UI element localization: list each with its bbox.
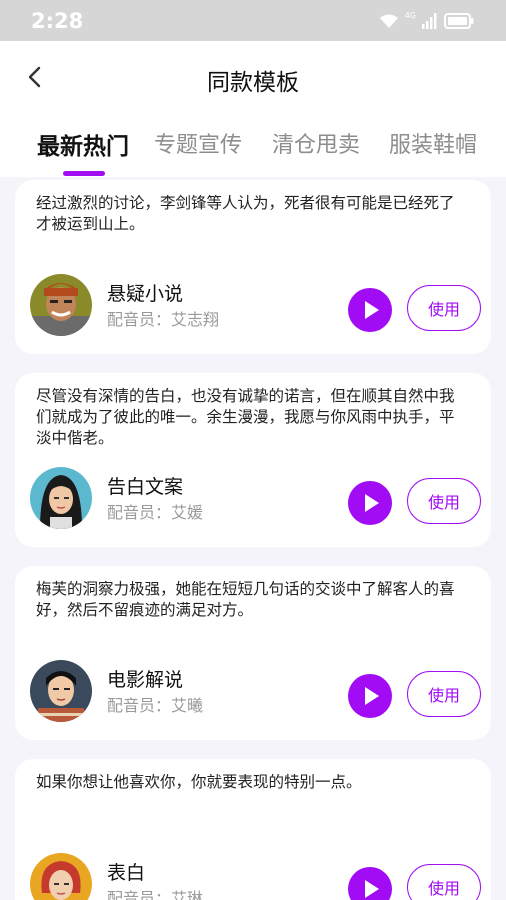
voice-style-name: 告白文案 bbox=[107, 476, 184, 498]
status-time: 2:28 bbox=[31, 9, 84, 33]
play-button[interactable] bbox=[348, 674, 392, 718]
use-button[interactable]: 使用 bbox=[407, 285, 481, 331]
template-text: 梅芙的洞察力极强，她能在短短几句话的交谈中了解客人的喜好，然后不留痕迹的满足对方… bbox=[36, 580, 455, 619]
avatar bbox=[30, 467, 92, 529]
tab-clearance-sale[interactable]: 清仓甩卖 bbox=[272, 127, 360, 159]
battery-icon bbox=[444, 13, 474, 29]
template-list[interactable]: 经过激烈的讨论，李剑锋等人认为，死者很有可能是已经死了才被运到山上。 悬疑小说 … bbox=[0, 177, 506, 900]
voice-actor-label: 配音员：艾曦 bbox=[107, 696, 204, 715]
use-button[interactable]: 使用 bbox=[407, 864, 481, 900]
play-icon bbox=[365, 880, 379, 898]
template-card: 梅芙的洞察力极强，她能在短短几句话的交谈中了解客人的喜好，然后不留痕迹的满足对方… bbox=[15, 566, 491, 740]
play-icon bbox=[365, 687, 379, 705]
avatar bbox=[30, 660, 92, 722]
play-icon bbox=[365, 301, 379, 319]
signal-icon bbox=[422, 13, 437, 29]
voice-style-name: 电影解说 bbox=[107, 669, 184, 691]
voice-actor-label: 配音员：艾志翔 bbox=[107, 310, 220, 329]
template-card: 如果你想让他喜欢你，你就要表现的特别一点。 表白 配音员：艾琳 使用 bbox=[15, 759, 491, 900]
title-bar: 同款模板 bbox=[0, 41, 506, 113]
voice-actor-avatar-icon bbox=[30, 660, 92, 722]
avatar bbox=[30, 853, 92, 900]
voice-actor-label: 配音员：艾琳 bbox=[107, 889, 204, 900]
voice-style-name: 悬疑小说 bbox=[107, 283, 184, 305]
tab-apparel-shoes[interactable]: 服装鞋帽 bbox=[389, 127, 477, 159]
template-card: 经过激烈的讨论，李剑锋等人认为，死者很有可能是已经死了才被运到山上。 悬疑小说 … bbox=[15, 180, 491, 354]
template-text: 尽管没有深情的告白，也没有诚挚的诺言，但在顺其自然中我们就成为了彼此的唯一。余生… bbox=[36, 387, 455, 447]
active-tab-indicator bbox=[63, 171, 105, 176]
voice-actor-label: 配音员：艾媛 bbox=[107, 503, 204, 522]
status-icons: 4G bbox=[379, 10, 474, 29]
wifi-icon bbox=[379, 14, 398, 28]
voice-actor-avatar-icon bbox=[30, 467, 92, 529]
status-bar: 2:28 4G bbox=[0, 0, 506, 41]
tab-latest-hot[interactable]: 最新热门 bbox=[37, 127, 129, 161]
network-type-label: 4G bbox=[404, 10, 416, 20]
play-button[interactable] bbox=[348, 288, 392, 332]
template-text: 如果你想让他喜欢你，你就要表现的特别一点。 bbox=[36, 773, 362, 791]
use-button[interactable]: 使用 bbox=[407, 671, 481, 717]
page-title: 同款模板 bbox=[207, 70, 299, 96]
category-tabs: 最新热门 专题宣传 清仓甩卖 服装鞋帽 bbox=[0, 113, 506, 177]
play-button[interactable] bbox=[348, 867, 392, 900]
play-button[interactable] bbox=[348, 481, 392, 525]
voice-actor-avatar-icon bbox=[30, 853, 92, 900]
use-button[interactable]: 使用 bbox=[407, 478, 481, 524]
voice-actor-avatar-icon bbox=[30, 274, 92, 336]
tab-topic-promo[interactable]: 专题宣传 bbox=[154, 127, 242, 159]
avatar bbox=[30, 274, 92, 336]
voice-style-name: 表白 bbox=[107, 862, 146, 884]
template-card: 尽管没有深情的告白，也没有诚挚的诺言，但在顺其自然中我们就成为了彼此的唯一。余生… bbox=[15, 373, 491, 547]
play-icon bbox=[365, 494, 379, 512]
template-text: 经过激烈的讨论，李剑锋等人认为，死者很有可能是已经死了才被运到山上。 bbox=[36, 194, 455, 233]
